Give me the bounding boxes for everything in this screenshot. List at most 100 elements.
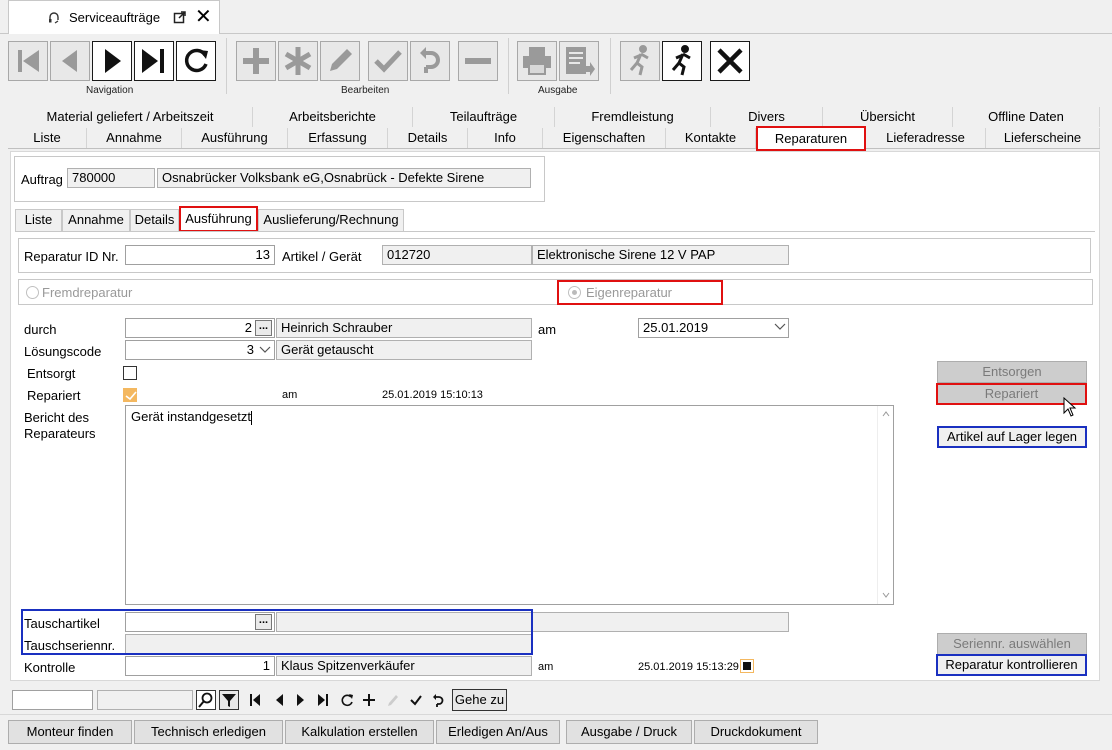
repariert-label: Repariert: [27, 388, 81, 403]
tab-arbeitsberichte[interactable]: Arbeitsberichte: [253, 107, 413, 127]
tab-lieferscheine[interactable]: Lieferscheine: [986, 128, 1100, 148]
tab-fremdleistung[interactable]: Fremdleistung: [555, 107, 711, 127]
export-button[interactable]: [559, 41, 599, 81]
subtab-details[interactable]: Details: [130, 209, 179, 231]
printer-icon: [523, 47, 551, 75]
reparatur-kontrollieren-button[interactable]: Reparatur kontrollieren: [936, 654, 1087, 676]
tab-reparaturen[interactable]: Reparaturen: [756, 126, 866, 151]
bericht-textarea[interactable]: Gerät instandgesetzt: [125, 405, 894, 605]
run-disabled-button[interactable]: [620, 41, 660, 81]
tab-offline-daten[interactable]: Offline Daten: [953, 107, 1100, 127]
tab-teilauftraege[interactable]: Teilaufträge: [413, 107, 555, 127]
durch-date-picker[interactable]: 25.01.2019: [638, 318, 789, 338]
run-button[interactable]: [662, 41, 702, 81]
close-window-icon[interactable]: ✕: [195, 7, 212, 27]
toolbar-group-bearbeiten-label: Bearbeiten: [341, 85, 390, 96]
last-icon[interactable]: [317, 693, 329, 707]
bericht-scrollbar[interactable]: [877, 406, 893, 604]
kontrolle-checkbox[interactable]: [740, 659, 754, 673]
undo-button[interactable]: [410, 41, 450, 81]
last-record-button[interactable]: [134, 41, 174, 81]
tab-erfassung[interactable]: Erfassung: [288, 128, 388, 148]
first-icon[interactable]: [249, 693, 261, 707]
chevron-down-icon[interactable]: [259, 346, 271, 354]
druckdokument-button[interactable]: Druckdokument: [694, 720, 818, 744]
erledigen-an-aus-button[interactable]: Erledigen An/Aus: [436, 720, 560, 744]
add-button[interactable]: [236, 41, 276, 81]
subtab-liste[interactable]: Liste: [15, 209, 62, 231]
tab-uebersicht[interactable]: Übersicht: [823, 107, 953, 127]
close-form-button[interactable]: [710, 41, 750, 81]
nav-search-field-2[interactable]: [97, 690, 193, 710]
subtab-annahme[interactable]: Annahme: [62, 209, 130, 231]
monteur-finden-button[interactable]: Monteur finden: [8, 720, 132, 744]
pencil-icon[interactable]: [386, 692, 400, 708]
gehe-zu-button[interactable]: Gehe zu: [452, 689, 507, 711]
popout-icon[interactable]: [173, 10, 187, 24]
previous-record-button[interactable]: [50, 41, 90, 81]
tab-info[interactable]: Info: [468, 128, 543, 148]
tab-lieferadresse[interactable]: Lieferadresse: [866, 128, 986, 148]
next-icon: [105, 49, 121, 73]
subtab-auslieferung-rechnung[interactable]: Auslieferung/Rechnung: [258, 209, 404, 231]
seriennr-auswaehlen-button[interactable]: Seriennr. auswählen: [937, 633, 1087, 655]
nav-filter-button[interactable]: [219, 690, 239, 710]
plus-icon[interactable]: [362, 692, 376, 708]
edit-button[interactable]: [320, 41, 360, 81]
running-man-icon: [671, 45, 691, 76]
tab-annahme[interactable]: Annahme: [87, 128, 182, 148]
next-icon[interactable]: [296, 693, 306, 707]
kontrolle-name-field: Klaus Spitzenverkäufer: [276, 656, 532, 676]
tab-material-arbeitszeit[interactable]: Material geliefert / Arbeitszeit: [8, 107, 253, 127]
pencil-icon: [330, 49, 352, 71]
scroll-up-icon[interactable]: [882, 411, 890, 417]
delete-button[interactable]: [458, 41, 498, 81]
subtab-ausfuehrung[interactable]: Ausführung: [179, 206, 258, 232]
technisch-erledigen-button[interactable]: Technisch erledigen: [134, 720, 283, 744]
repariert-checkbox[interactable]: [123, 388, 137, 402]
bottom-divider: [0, 714, 1112, 715]
entsorgt-checkbox[interactable]: [123, 366, 137, 380]
kontrolle-nr-field[interactable]: 1: [125, 656, 275, 676]
nav-search-button[interactable]: [196, 690, 216, 710]
tausch-highlight: [21, 609, 533, 655]
entsorgen-button[interactable]: Entsorgen: [937, 361, 1087, 383]
kalkulation-erstellen-button[interactable]: Kalkulation erstellen: [285, 720, 434, 744]
refresh-button[interactable]: [176, 41, 216, 81]
copy-record-button[interactable]: [278, 41, 318, 81]
tab-divers[interactable]: Divers: [711, 107, 823, 127]
print-button[interactable]: [517, 41, 557, 81]
first-record-button[interactable]: [8, 41, 48, 81]
chevron-down-icon[interactable]: [774, 323, 786, 331]
tab-liste[interactable]: Liste: [8, 128, 87, 148]
reparatur-id-field[interactable]: 13: [125, 245, 275, 265]
filter-icon: [222, 694, 236, 707]
tab-kontakte[interactable]: Kontakte: [666, 128, 756, 148]
ausgabe-druck-button[interactable]: Ausgabe / Druck: [566, 720, 692, 744]
search-icon: [198, 692, 213, 708]
window-tab[interactable]: Serviceaufträge ✕: [8, 0, 220, 34]
window-title: Serviceaufträge: [69, 10, 161, 25]
loesungscode-select[interactable]: 3: [125, 340, 275, 360]
durch-am-label: am: [538, 322, 557, 337]
refresh-icon[interactable]: [340, 692, 354, 708]
previous-icon[interactable]: [274, 693, 284, 707]
tab-details[interactable]: Details: [388, 128, 468, 148]
tab-eigenschaften[interactable]: Eigenschaften: [543, 128, 666, 148]
eigenreparatur-radio[interactable]: [568, 286, 581, 299]
checkmark-icon: [125, 391, 137, 401]
scroll-down-icon[interactable]: [882, 592, 890, 598]
nav-search-field-1[interactable]: [12, 690, 93, 710]
fremdreparatur-radio[interactable]: [26, 286, 39, 299]
previous-icon: [62, 50, 77, 72]
durch-nr-field[interactable]: 2: [125, 318, 275, 338]
tab-row-divider: [8, 148, 1100, 149]
save-button[interactable]: [368, 41, 408, 81]
undo-icon[interactable]: [431, 692, 445, 708]
checkmark-icon[interactable]: [409, 692, 423, 708]
artikel-auf-lager-button[interactable]: Artikel auf Lager legen: [937, 426, 1087, 448]
next-record-button[interactable]: [92, 41, 132, 81]
durch-lookup-button[interactable]: ...: [255, 320, 272, 336]
reparatur-id-label: Reparatur ID Nr.: [24, 249, 119, 264]
tab-ausfuehrung[interactable]: Ausführung: [182, 128, 288, 148]
